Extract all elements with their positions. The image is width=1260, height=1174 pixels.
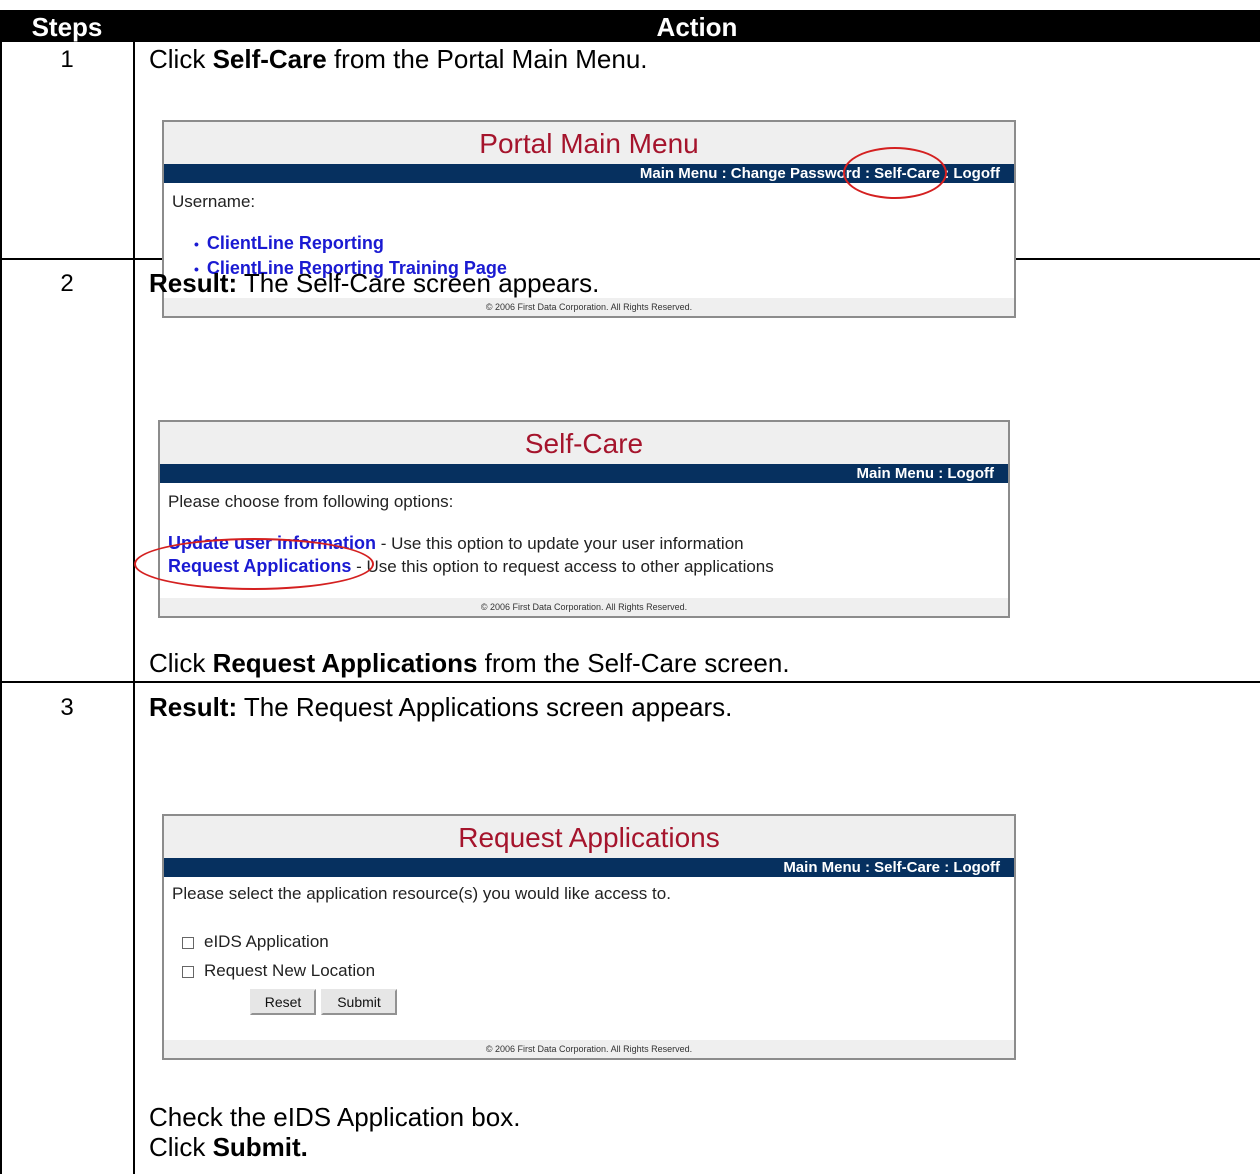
nav-main-menu[interactable]: Main Menu: [783, 859, 861, 876]
submit-button[interactable]: Submit: [321, 989, 397, 1015]
username-label: Username:: [172, 192, 256, 211]
self-care-title: Self-Care: [160, 422, 1008, 464]
request-applications-prompt: Please select the application resource(s…: [172, 884, 671, 903]
request-applications-screenshot: Request Applications Main Menu : Self-Ca…: [162, 814, 1016, 1060]
link-clientline-reporting[interactable]: ClientLine Reporting: [194, 233, 384, 254]
nav-logoff[interactable]: Logoff: [953, 165, 1000, 182]
checkbox-eids-application[interactable]: [182, 937, 194, 949]
step-number-2: 2: [60, 270, 74, 297]
step-3-instruction-check: Check the eIDS Application box.: [149, 1102, 521, 1132]
header-action: Action: [656, 12, 738, 42]
self-care-nav-bar: Main Menu : Logoff: [160, 464, 1008, 483]
checkbox-label-eids-application: eIDS Application: [204, 932, 329, 951]
step-2-result: Result: The Self-Care screen appears.: [149, 268, 600, 298]
nav-self-care[interactable]: Self-Care: [874, 859, 940, 876]
reset-button[interactable]: Reset: [250, 989, 316, 1015]
step-1-instruction: Click Self-Care from the Portal Main Men…: [149, 44, 648, 74]
step-number-1: 1: [60, 46, 74, 73]
highlight-circle-request-applications: [134, 538, 374, 590]
checkbox-label-request-new-location: Request New Location: [204, 961, 376, 980]
request-applications-footer: © 2006 First Data Corporation. All Right…: [164, 1040, 1014, 1058]
request-applications-title: Request Applications: [164, 816, 1014, 858]
nav-logoff[interactable]: Logoff: [947, 465, 994, 482]
self-care-footer: © 2006 First Data Corporation. All Right…: [160, 598, 1008, 616]
checkbox-request-new-location[interactable]: [182, 966, 194, 978]
step-2-instruction: Click Request Applications from the Self…: [149, 648, 790, 678]
step-3-result: Result: The Request Applications screen …: [149, 692, 733, 722]
column-divider: [133, 42, 135, 1174]
row-divider-2: [0, 681, 1260, 683]
table-border-left: [0, 42, 2, 1174]
nav-change-password[interactable]: Change Password: [731, 165, 861, 182]
nav-logoff[interactable]: Logoff: [953, 859, 1000, 876]
portal-footer: © 2006 First Data Corporation. All Right…: [164, 298, 1014, 316]
steps-table: Steps Action 1 Click Self-Care from the …: [0, 0, 1260, 1174]
self-care-prompt: Please choose from following options:: [168, 492, 454, 511]
highlight-circle-self-care: [843, 147, 947, 199]
header-steps: Steps: [31, 12, 103, 42]
step-number-3: 3: [60, 694, 74, 721]
nav-main-menu[interactable]: Main Menu: [640, 165, 718, 182]
request-applications-nav-bar: Main Menu : Self-Care : Logoff: [164, 858, 1014, 877]
step-3-instruction-submit: Click Submit.: [149, 1132, 308, 1162]
nav-main-menu[interactable]: Main Menu: [857, 465, 935, 482]
